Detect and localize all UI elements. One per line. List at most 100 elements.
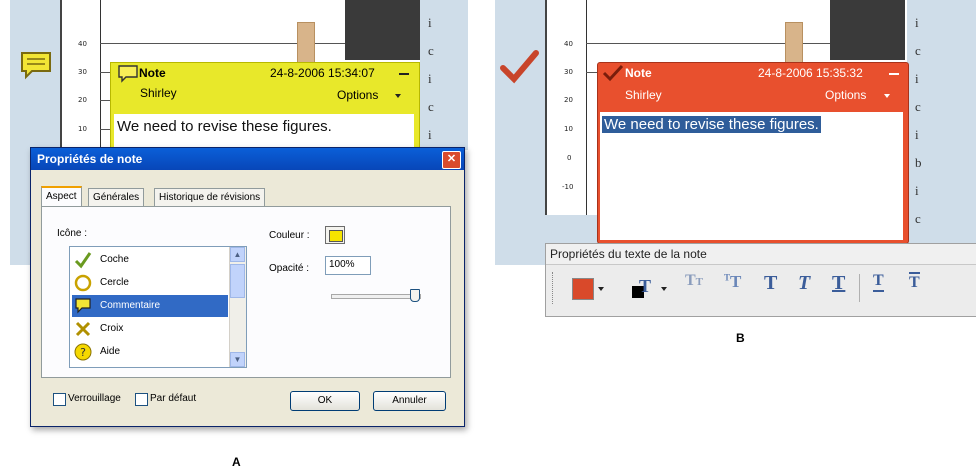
check-icon[interactable] <box>500 50 540 89</box>
margin-letter: c <box>428 99 434 114</box>
list-item-label: Commentaire <box>100 300 161 311</box>
list-scrollbar[interactable]: ▲ ▼ <box>229 247 246 367</box>
grip-handle[interactable] <box>552 272 556 304</box>
list-item-comment[interactable]: Commentaire <box>72 295 228 317</box>
left-ruler-axis <box>100 0 101 150</box>
opacity-slider-thumb[interactable] <box>410 289 420 302</box>
comment-icon <box>74 297 92 315</box>
note-author: Shirley <box>140 86 177 100</box>
color-swatch-button[interactable] <box>325 226 345 244</box>
text-color-icon[interactable]: T <box>632 276 654 300</box>
list-item-label: Croix <box>100 323 124 334</box>
note-body-text[interactable]: We need to revise these figures. <box>602 116 821 133</box>
scroll-up-icon[interactable]: ▲ <box>230 247 245 262</box>
note-properties-dialog: Propriétés de note ✕ Aspect Générales Hi… <box>30 147 465 427</box>
margin-letter: c <box>915 43 921 58</box>
color-swatch <box>329 230 343 242</box>
scroll-thumb[interactable] <box>230 264 245 298</box>
cancel-button[interactable]: Annuler <box>373 391 446 411</box>
color-label: Couleur : <box>269 230 310 241</box>
toolbar-separator <box>859 274 860 302</box>
margin-letter: i <box>915 127 919 142</box>
tab-history[interactable]: Historique de révisions <box>154 188 266 206</box>
note-body-text[interactable]: We need to revise these figures. <box>114 114 414 150</box>
list-item-cross[interactable]: Croix <box>72 318 228 340</box>
line-spacing-icon[interactable]: T <box>873 272 884 292</box>
dialog-title: Propriétés de note <box>31 148 464 170</box>
note-timestamp: 24-8-2006 15:35:32 <box>758 66 863 80</box>
left-margin-letters: i c i c i <box>428 15 434 155</box>
left-dark-column <box>345 0 420 60</box>
chevron-down-icon <box>395 94 401 98</box>
opacity-field[interactable]: 100% <box>325 256 371 275</box>
minimize-icon[interactable] <box>399 73 409 75</box>
circle-icon <box>74 274 92 292</box>
left-tick-40: 40 <box>78 40 87 48</box>
toolbar-title: Propriétés du texte de la note <box>546 244 976 265</box>
margin-letter: i <box>915 183 919 198</box>
list-item-help[interactable]: ? Aide <box>72 341 228 363</box>
ok-button[interactable]: OK <box>290 391 360 411</box>
options-menu[interactable]: Options <box>337 88 378 102</box>
note-title: Note <box>139 66 166 80</box>
left-tick-10: 10 <box>78 125 87 133</box>
tab-general[interactable]: Générales <box>88 188 145 206</box>
list-item-label: Aide <box>100 346 121 357</box>
default-label: Par défaut <box>150 393 197 404</box>
right-tick-0: 0 <box>567 154 572 162</box>
lock-checkbox[interactable] <box>53 393 66 406</box>
text-align-icon[interactable]: T <box>909 272 920 292</box>
text-properties-toolbar: Propriétés du texte de la note T TT TT T… <box>545 243 976 317</box>
margin-letter: i <box>915 71 919 86</box>
comment-icon[interactable] <box>18 50 54 87</box>
help-icon: ? <box>74 343 92 361</box>
margin-letter: c <box>915 211 921 226</box>
list-item-circle[interactable]: Cercle <box>72 272 228 294</box>
check-icon <box>74 251 92 269</box>
opacity-slider-track[interactable] <box>331 294 421 299</box>
superscript-icon[interactable]: TT <box>724 272 741 292</box>
left-tick-30: 30 <box>78 68 87 76</box>
margin-letter: i <box>915 15 919 30</box>
chevron-down-icon[interactable] <box>598 287 604 291</box>
options-menu[interactable]: Options <box>825 88 866 102</box>
margin-letter: c <box>428 43 434 58</box>
minimize-icon[interactable] <box>889 73 899 75</box>
chevron-down-icon[interactable] <box>661 287 667 291</box>
margin-letter: b <box>915 155 922 170</box>
right-tick-minus10: -10 <box>562 183 574 191</box>
cross-icon <box>74 320 92 338</box>
default-checkbox[interactable] <box>135 393 148 406</box>
right-margin-letters: i c i c i b i c <box>915 15 922 239</box>
close-icon[interactable]: ✕ <box>442 151 461 169</box>
right-tick-10: 10 <box>564 125 573 133</box>
lock-label: Verrouillage <box>68 393 121 404</box>
opacity-label: Opacité : <box>269 263 310 274</box>
underline-icon[interactable]: T <box>832 272 845 295</box>
tab-aspect[interactable]: Aspect <box>41 186 82 206</box>
italic-icon[interactable]: T <box>798 272 810 295</box>
right-dark-column <box>830 0 905 60</box>
icon-listbox[interactable]: Coche Cercle Commentaire Croix ? Aide ▲ … <box>69 246 247 368</box>
svg-text:?: ? <box>80 346 86 359</box>
note-author: Shirley <box>625 88 662 102</box>
left-tick-20: 20 <box>78 96 87 104</box>
check-icon <box>602 64 624 87</box>
margin-letter: i <box>428 15 432 30</box>
chevron-down-icon <box>884 94 890 98</box>
note-title: Note <box>625 66 652 80</box>
list-item-label: Cercle <box>100 277 129 288</box>
list-item-check[interactable]: Coche <box>72 249 228 271</box>
right-tick-30: 30 <box>564 68 573 76</box>
right-tick-20: 20 <box>564 96 573 104</box>
caption-b: B <box>736 331 745 345</box>
comment-icon <box>117 64 139 89</box>
fill-color-icon[interactable] <box>572 278 594 300</box>
caption-a: A <box>232 455 241 469</box>
small-caps-icon[interactable]: TT <box>685 272 703 290</box>
margin-letter: i <box>428 71 432 86</box>
bold-icon[interactable]: T <box>764 272 777 295</box>
scroll-down-icon[interactable]: ▼ <box>230 352 245 367</box>
icon-label: Icône : <box>57 228 88 239</box>
right-ruler-axis <box>586 0 587 215</box>
